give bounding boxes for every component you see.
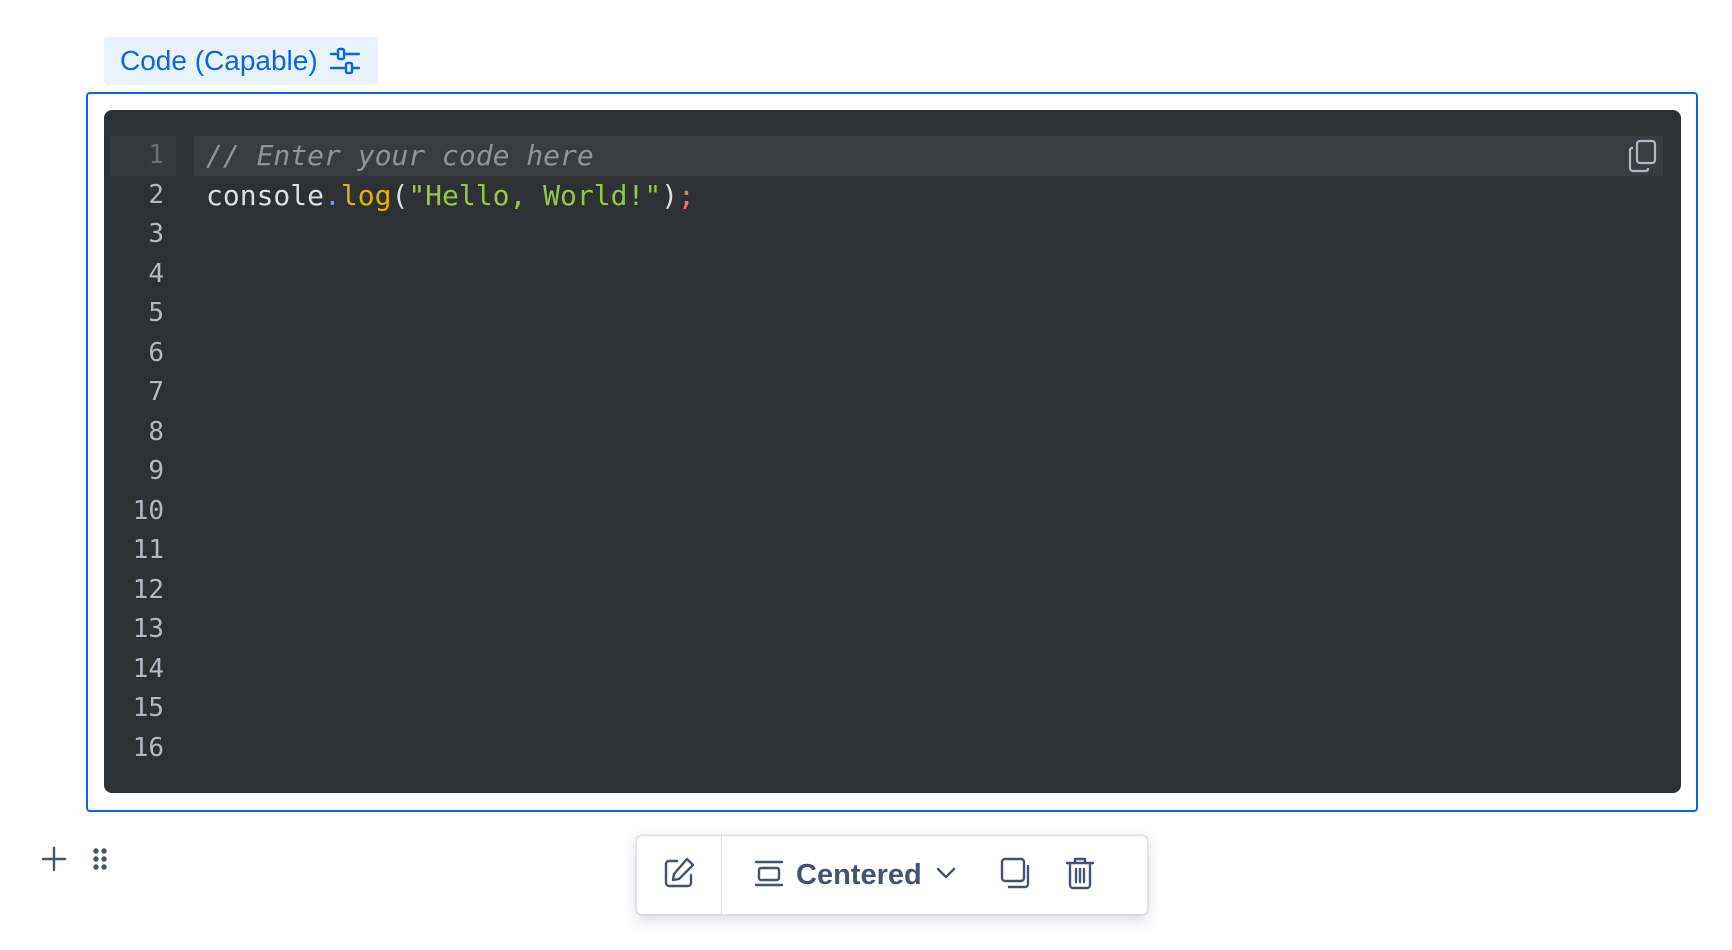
- line-number: 11: [132, 535, 164, 565]
- line-number: 10: [132, 495, 164, 526]
- line-number: 2: [148, 179, 164, 210]
- macro-label-text: Code (Capable): [120, 45, 318, 76]
- layout-dropdown[interactable]: Centered: [722, 835, 966, 915]
- line-number: 8: [148, 416, 164, 447]
- code-token-string: "Hello, World!": [408, 178, 662, 212]
- block-controls: [40, 845, 114, 873]
- line-number: 3: [148, 219, 164, 249]
- code-token-semicolon: ;: [678, 178, 695, 212]
- copy-icon: [1628, 139, 1658, 178]
- line-number-gutter: 1 2 3 4 5 6 7 8 9 10 11 12 13 14 15 16: [104, 136, 176, 768]
- line-number: 6: [148, 337, 164, 368]
- trash-icon: [1065, 856, 1095, 895]
- copy-code-button[interactable]: [1623, 138, 1663, 178]
- line-number: 15: [132, 693, 164, 723]
- code-token-paren-open: (: [391, 178, 409, 212]
- edit-icon: [662, 856, 696, 895]
- copy-macro-button[interactable]: [984, 835, 1048, 915]
- line-number: 5: [148, 298, 164, 328]
- line-number: 9: [148, 456, 164, 486]
- layout-label: Centered: [796, 858, 922, 891]
- code-line-2[interactable]: console.log("Hello, World!");: [194, 176, 1663, 216]
- line-number: 12: [132, 574, 164, 605]
- sliders-icon[interactable]: [328, 44, 362, 78]
- code-token-function: log: [340, 178, 392, 212]
- code-token-object: console: [206, 178, 325, 212]
- code-editor[interactable]: 1 2 3 4 5 6 7 8 9 10 11 12 13 14 15 16 // Enter your co…: [104, 110, 1681, 793]
- macro-label[interactable]: Code (Capable): [104, 37, 378, 85]
- plus-icon[interactable]: [40, 845, 68, 873]
- line-number: 14: [132, 653, 164, 684]
- code-lines[interactable]: // Enter your code here console.log("Hel…: [194, 136, 1663, 215]
- page: Code (Capable) 1 2 3 4 5 6 7 8 9 10 11 12 13 14 15 16 /…: [0, 0, 1732, 950]
- line-number: 1: [110, 136, 176, 176]
- code-token-dot: .: [324, 178, 341, 212]
- layout-centered-icon: [754, 858, 784, 893]
- line-number: 4: [148, 258, 164, 289]
- delete-button[interactable]: [1048, 835, 1112, 915]
- code-line-1[interactable]: // Enter your code here: [194, 136, 1663, 176]
- floating-toolbar: Centered: [636, 835, 1148, 915]
- line-number: 16: [132, 732, 164, 763]
- drag-handle-icon[interactable]: [86, 845, 114, 873]
- code-token-paren-close: ): [661, 178, 679, 212]
- chevron-down-icon: [934, 861, 958, 890]
- copy-icon: [999, 856, 1033, 895]
- edit-button[interactable]: [637, 835, 721, 915]
- code-comment: // Enter your code here: [206, 139, 594, 172]
- line-number: 7: [148, 377, 164, 407]
- line-number: 13: [132, 614, 164, 644]
